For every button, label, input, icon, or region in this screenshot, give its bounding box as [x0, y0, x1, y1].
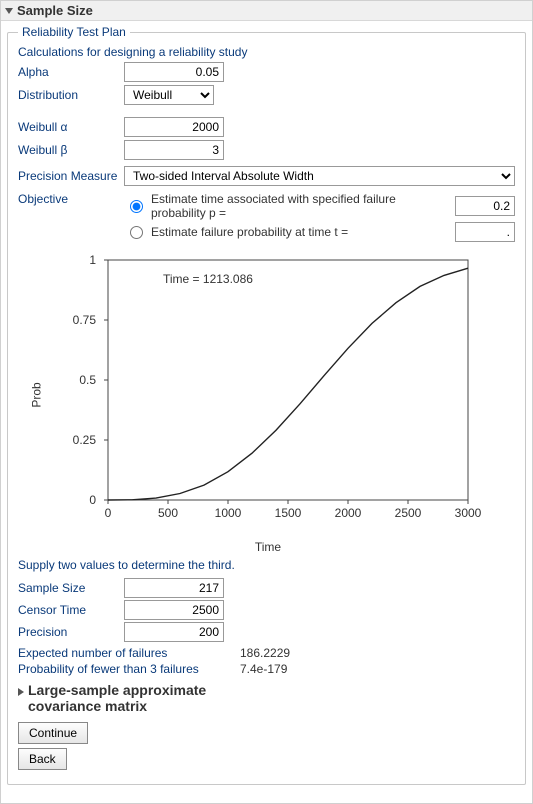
objective-radio-time[interactable]	[130, 200, 143, 213]
distribution-label: Distribution	[18, 88, 118, 102]
x-tick: 1500	[275, 506, 302, 520]
section-title: Sample Size	[17, 3, 93, 18]
reliability-test-plan-group: Reliability Test Plan Calculations for d…	[7, 25, 526, 785]
x-axis-label: Time	[48, 540, 488, 554]
supply-text: Supply two values to determine the third…	[18, 558, 515, 572]
precision-measure-label: Precision Measure	[18, 169, 118, 183]
distribution-select[interactable]: Weibull	[124, 85, 214, 105]
cdf-chart: Prob 1 0.75 0.5 0.25 0 0 500 1000 1500 2…	[48, 250, 488, 540]
y-tick: 0.5	[66, 373, 96, 387]
weibull-alpha-label: Weibull α	[18, 120, 118, 134]
objective-radio-prob[interactable]	[130, 226, 143, 239]
prob-fewer3-label: Probability of fewer than 3 failures	[18, 662, 228, 676]
censor-time-label: Censor Time	[18, 603, 118, 617]
y-tick: 0.25	[66, 433, 96, 447]
alpha-input[interactable]	[124, 62, 224, 82]
section-header: Sample Size	[1, 1, 532, 21]
covariance-disclosure-icon[interactable]	[18, 688, 24, 696]
x-tick: 0	[105, 506, 112, 520]
expected-failures-value: 186.2229	[240, 646, 290, 660]
y-axis-label: Prob	[30, 382, 44, 407]
y-tick: 0.75	[66, 313, 96, 327]
intro-text: Calculations for designing a reliability…	[18, 45, 515, 59]
prob-fewer3-value: 7.4e-179	[240, 662, 287, 676]
sample-size-panel: Sample Size Reliability Test Plan Calcul…	[0, 0, 533, 804]
y-tick: 0	[66, 493, 96, 507]
sample-size-input[interactable]	[124, 578, 224, 598]
weibull-alpha-input[interactable]	[124, 117, 224, 137]
precision-measure-select[interactable]: Two-sided Interval Absolute Width	[124, 166, 515, 186]
chart-svg	[48, 250, 488, 540]
sample-size-label: Sample Size	[18, 581, 118, 595]
precision-label: Precision	[18, 625, 118, 639]
objective-label: Objective	[18, 192, 118, 206]
y-tick: 1	[66, 253, 96, 267]
alpha-label: Alpha	[18, 65, 118, 79]
precision-input[interactable]	[124, 622, 224, 642]
x-tick: 500	[158, 506, 178, 520]
continue-button[interactable]: Continue	[18, 722, 88, 744]
expected-failures-label: Expected number of failures	[18, 646, 228, 660]
x-tick: 3000	[455, 506, 482, 520]
x-tick: 2500	[395, 506, 422, 520]
weibull-beta-input[interactable]	[124, 140, 224, 160]
chart-annotation: Time = 1213.086	[163, 272, 253, 286]
plan-legend: Reliability Test Plan	[18, 25, 130, 39]
x-tick: 1000	[215, 506, 242, 520]
objective-p-input[interactable]	[455, 196, 515, 216]
back-button[interactable]: Back	[18, 748, 67, 770]
objective-t-input[interactable]	[455, 222, 515, 242]
censor-time-input[interactable]	[124, 600, 224, 620]
covariance-matrix-title: Large-sample approximate covariance matr…	[28, 682, 238, 714]
weibull-beta-label: Weibull β	[18, 143, 118, 157]
objective-opt2-label: Estimate failure probability at time t =	[151, 225, 445, 239]
objective-opt1-label: Estimate time associated with specified …	[151, 192, 445, 220]
x-tick: 2000	[335, 506, 362, 520]
disclosure-toggle-icon[interactable]	[5, 8, 13, 14]
